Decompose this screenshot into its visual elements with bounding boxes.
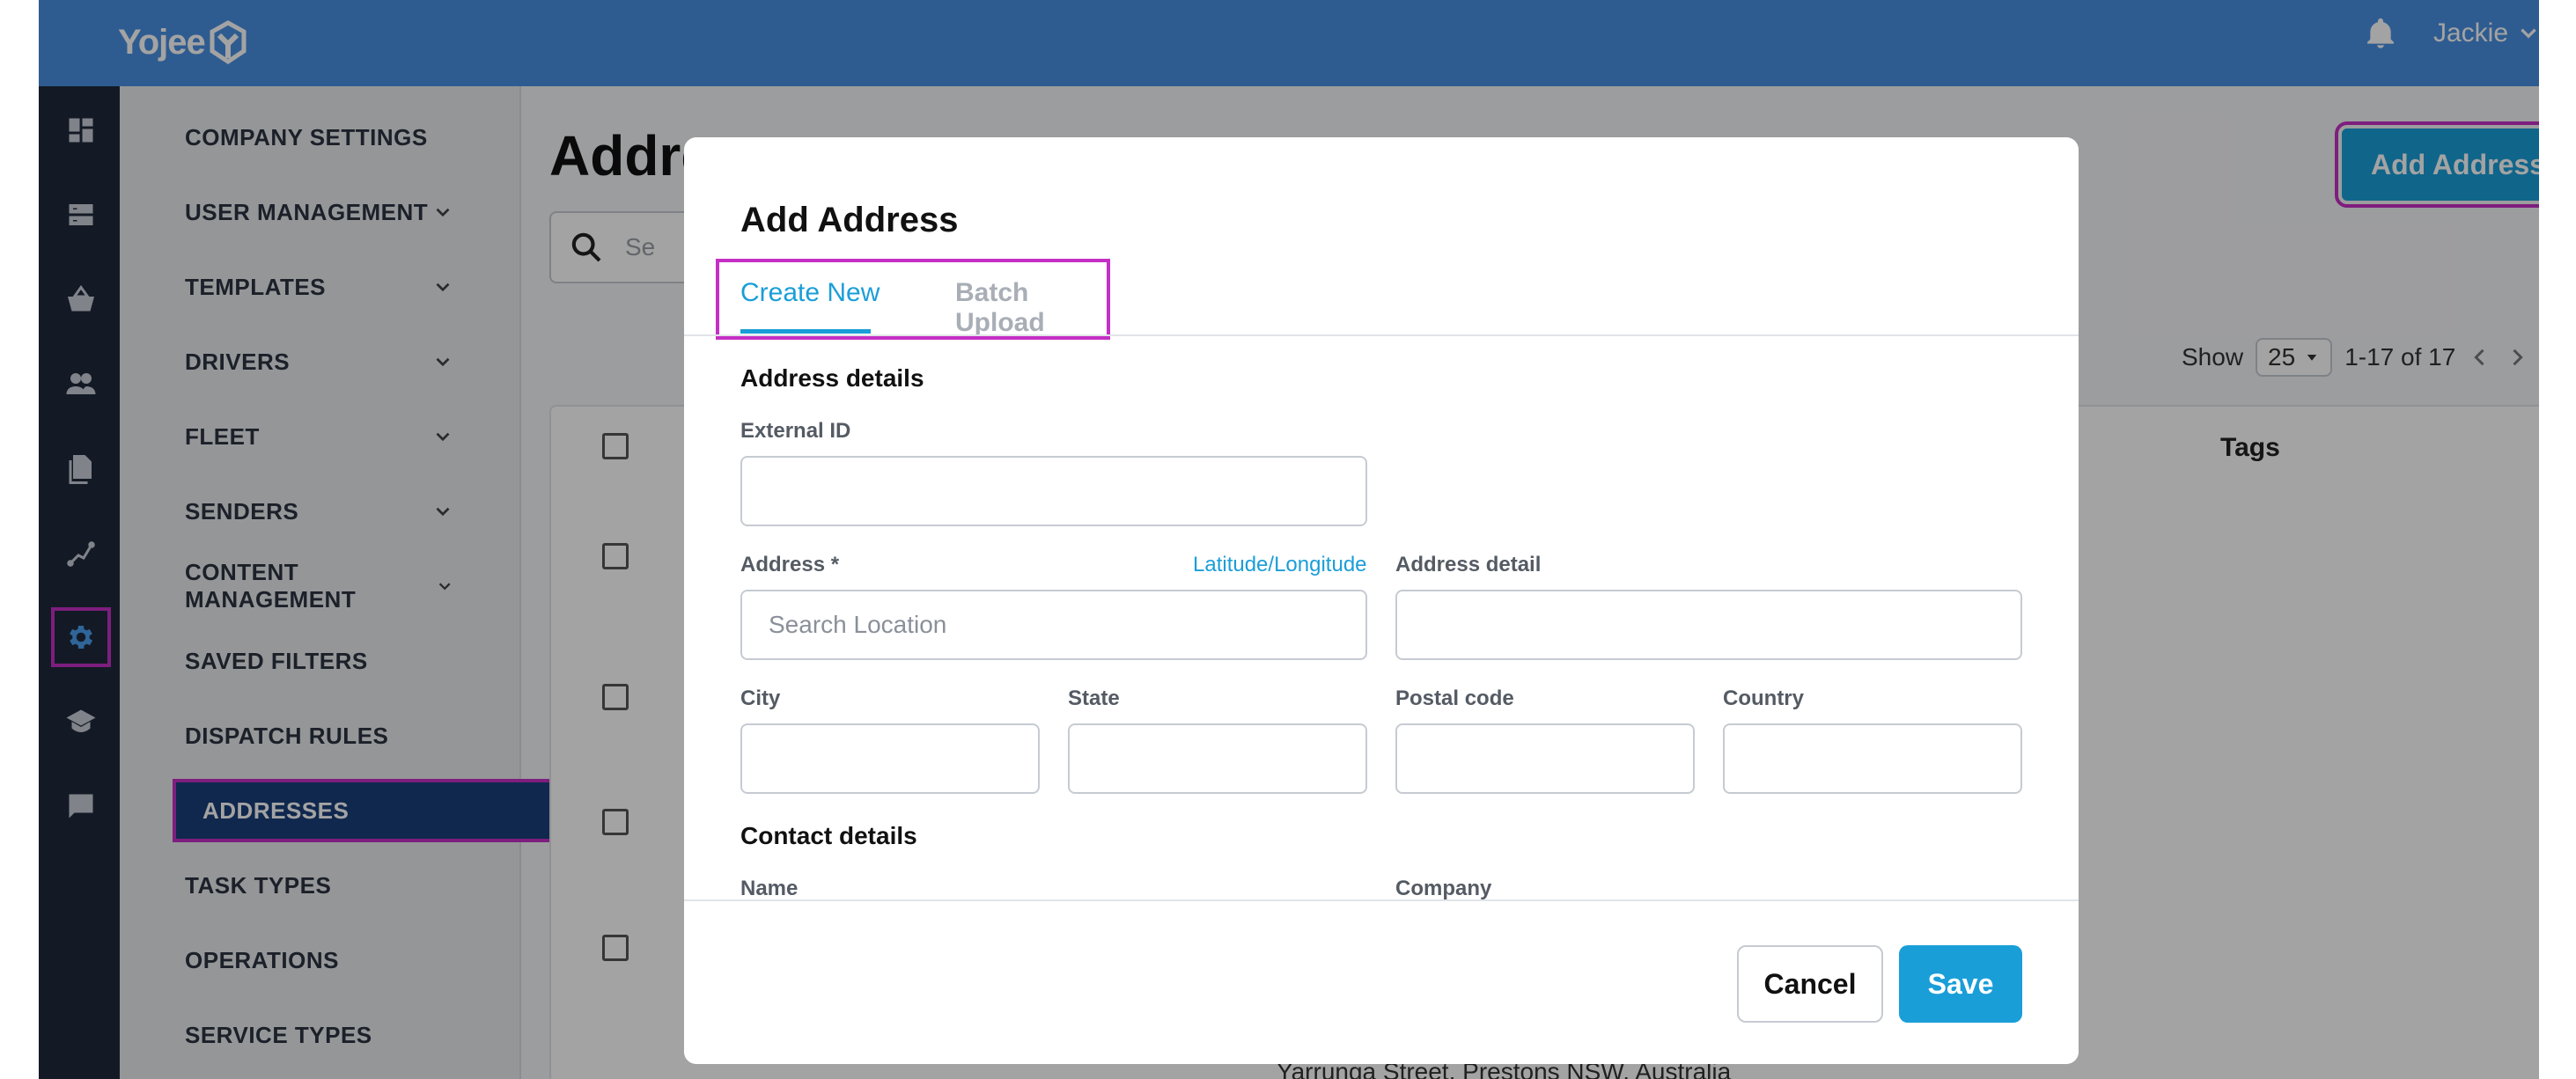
postal-code-field[interactable] [1395,723,1695,794]
tab-create-new[interactable]: Create New [740,278,880,320]
address-detail-field[interactable] [1395,590,2022,660]
state-field[interactable] [1068,723,1367,794]
modal-tabs: Create New Batch Upload [716,259,1110,340]
city-label: City [740,686,781,710]
save-button[interactable]: Save [1899,945,2022,1023]
country-label: Country [1723,686,1804,710]
external-id-field[interactable] [740,456,1367,526]
tab-batch-upload[interactable]: Batch Upload [955,278,1107,337]
app-window: Yojee Jackie COMPANY SETTINGS USER MANAG… [39,0,2539,1079]
contact-details-heading: Contact details [740,822,917,849]
active-tab-indicator [740,329,871,334]
modal-title: Add Address [740,201,959,239]
city-field[interactable] [740,723,1040,794]
address-search-input[interactable] [740,590,1367,660]
cancel-button[interactable]: Cancel [1737,945,1883,1023]
address-label: Address * [740,553,840,576]
address-detail-label: Address detail [1395,553,1542,576]
postal-code-label: Postal code [1395,686,1514,710]
state-label: State [1068,686,1120,710]
latitude-longitude-link[interactable]: Latitude/Longitude [1193,553,1367,577]
tabs-divider [684,334,2079,336]
add-address-modal: Add Address Create New Batch Upload Addr… [684,137,2079,1064]
company-label: Company [1395,877,1492,900]
country-field[interactable] [1723,723,2022,794]
address-details-heading: Address details [740,364,924,392]
name-label: Name [740,877,799,900]
external-id-label: External ID [740,419,851,443]
